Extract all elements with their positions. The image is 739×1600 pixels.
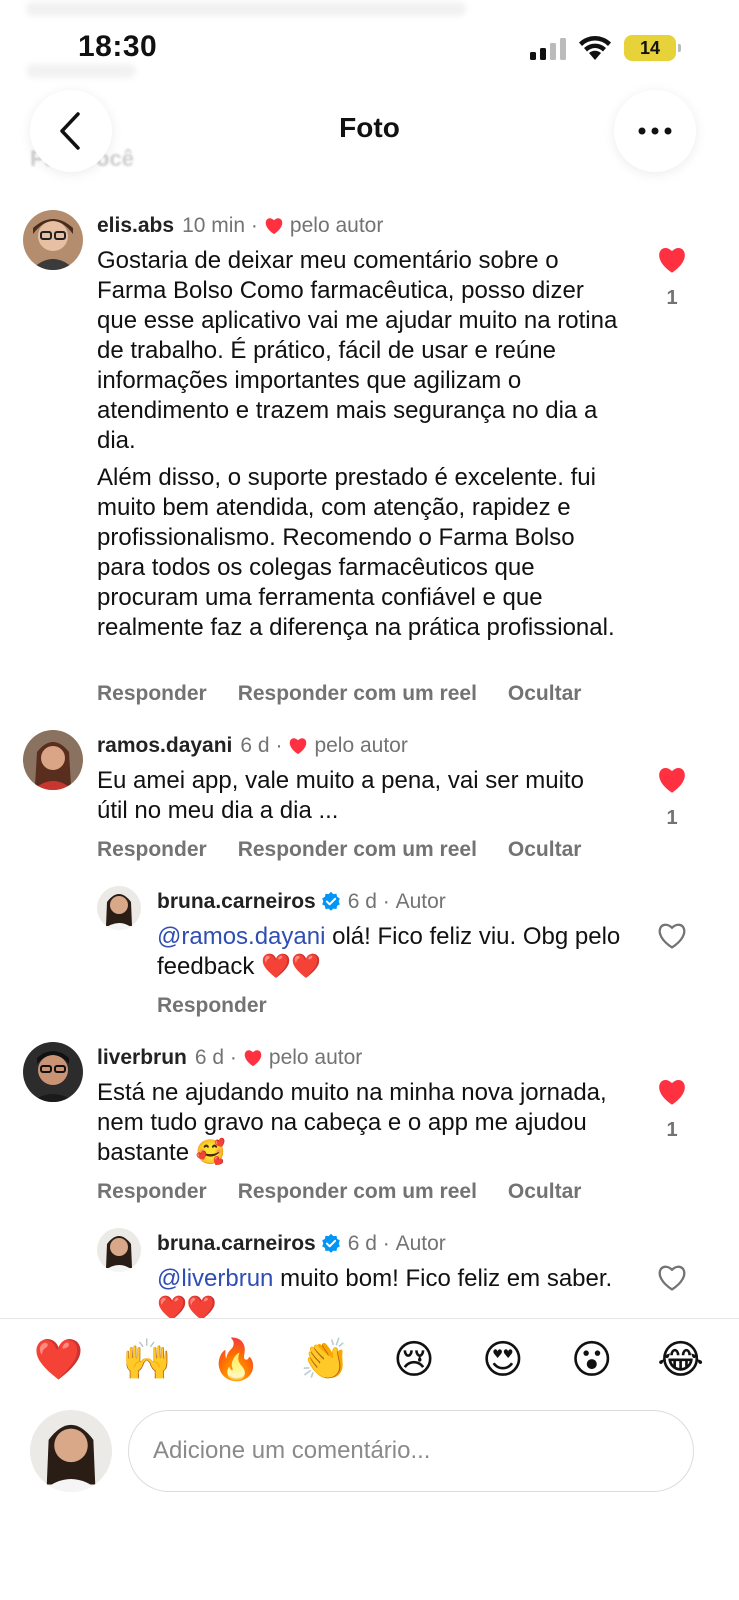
status-bar: 18:30 14 (0, 0, 739, 90)
reply-text: @liverbrun muito bom! Fico feliz em sabe… (157, 1264, 627, 1318)
mention-link[interactable]: @ramos.dayani (157, 923, 325, 950)
comment-username[interactable]: elis.abs (97, 214, 174, 238)
avatar[interactable] (97, 1228, 141, 1272)
comment-meta: ramos.dayani 6 d · pelo autor (97, 734, 408, 758)
liked-by-author: pelo autor (289, 214, 384, 237)
comment-text: Está ne ajudando muito na minha nova jor… (97, 1079, 607, 1166)
heart-icon (290, 738, 307, 755)
emoji-fire-button[interactable]: 🔥 (206, 1340, 266, 1380)
hide-button[interactable]: Ocultar (508, 838, 582, 862)
like-count: 1 (666, 807, 678, 829)
top-bar: Para você Foto (0, 90, 739, 180)
reply-button[interactable]: Responder (97, 682, 207, 706)
hide-button[interactable]: Ocultar (508, 682, 582, 706)
battery-level: 14 (639, 37, 661, 58)
reply-button[interactable]: Responder (97, 838, 207, 862)
comment-time: 6 d (194, 1046, 225, 1069)
comment-text: Eu amei app, vale muito a pena, vai ser … (97, 767, 584, 824)
emoji-clap-button[interactable]: 👏 (295, 1340, 355, 1380)
reply-username[interactable]: bruna.carneiros (157, 1232, 316, 1256)
comment-composer: Adicione um comentário... (0, 1400, 739, 1600)
emoji-surprised-button[interactable]: 😮 (562, 1340, 622, 1380)
heart-filled-icon (659, 767, 685, 793)
like-button[interactable] (655, 922, 689, 955)
comment-meta: elis.abs 10 min · pelo autor (97, 214, 384, 238)
reply-time: 6 d (347, 890, 377, 913)
comment-username[interactable]: ramos.dayani (97, 734, 232, 758)
more-options-button[interactable] (614, 90, 696, 172)
liked-by-author: pelo autor (268, 1046, 363, 1069)
reply-with-reel-button[interactable]: Responder com um reel (238, 838, 477, 862)
verified-badge-icon (321, 891, 340, 911)
emoji-laughing-button[interactable]: 😂 (651, 1340, 711, 1380)
more-icon (638, 127, 672, 135)
reply-meta: bruna.carneiros 6 d · Autor (157, 890, 446, 914)
comment-input[interactable]: Adicione um comentário... (128, 1410, 694, 1492)
heart-outline-icon (658, 923, 686, 949)
avatar[interactable] (23, 1042, 83, 1102)
emoji-heart-button[interactable]: ❤️ (28, 1340, 88, 1380)
reply-button[interactable]: Responder (97, 1180, 207, 1204)
comment-username[interactable]: liverbrun (97, 1046, 187, 1070)
battery-indicator: 14 (624, 35, 681, 61)
comment-actions: Responder Responder com um reel Ocultar (97, 682, 612, 706)
like-button[interactable]: 1 (655, 246, 689, 310)
wifi-icon (579, 36, 611, 60)
current-user-avatar (30, 1410, 112, 1492)
comment-time: 10 min (182, 214, 246, 237)
emoji-crying-button[interactable]: 😢 (384, 1340, 444, 1380)
hide-button[interactable]: Ocultar (508, 1180, 582, 1204)
avatar[interactable] (23, 730, 83, 790)
heart-filled-icon (659, 247, 685, 273)
reply-item: bruna.carneiros 6 d · Autor @liverbrun m… (0, 1226, 739, 1318)
heart-icon (244, 1050, 262, 1067)
avatar[interactable] (23, 210, 83, 270)
comment-time: 6 d (240, 734, 270, 757)
emoji-reaction-bar: ❤️ 🙌 🔥 👏 😢 😍 😮 😂 (0, 1318, 739, 1400)
mention-link[interactable]: @liverbrun (157, 1265, 273, 1292)
like-button[interactable] (655, 1264, 689, 1297)
emoji-raised-hands-button[interactable]: 🙌 (117, 1340, 177, 1380)
comment-text: Gostaria de deixar meu comentário sobre … (97, 246, 627, 643)
reply-with-reel-button[interactable]: Responder com um reel (238, 682, 477, 706)
comment-actions: Responder Responder com um reel Ocultar (97, 1180, 612, 1204)
cellular-signal-icon (530, 38, 566, 60)
heart-outline-icon (658, 1265, 686, 1291)
reply-button[interactable]: Responder (157, 994, 267, 1018)
author-badge: Autor (395, 1232, 446, 1255)
reply-actions: Responder (157, 994, 298, 1018)
like-button[interactable]: 1 (655, 1078, 689, 1142)
author-badge: Autor (395, 890, 446, 913)
status-time: 18:30 (78, 30, 158, 63)
emoji-heart-eyes-button[interactable]: 😍 (473, 1340, 533, 1380)
blurred-background-text (26, 2, 466, 16)
reply-text: @ramos.dayani olá! Fico feliz viu. Obg p… (157, 922, 627, 982)
heart-icon (265, 218, 283, 235)
comment-paragraph: Gostaria de deixar meu comentário sobre … (97, 247, 618, 454)
reply-meta: bruna.carneiros 6 d · Autor (157, 1232, 446, 1256)
blurred-background-text (26, 64, 136, 78)
like-button[interactable]: 1 (655, 766, 689, 830)
comment-meta: liverbrun 6 d · pelo autor (97, 1046, 363, 1070)
avatar[interactable] (97, 886, 141, 930)
like-count: 1 (666, 1119, 678, 1141)
verified-badge-icon (321, 1233, 340, 1253)
reply-with-reel-button[interactable]: Responder com um reel (238, 1180, 477, 1204)
liked-by-author: pelo autor (314, 734, 408, 757)
reply-username[interactable]: bruna.carneiros (157, 890, 316, 914)
comment-actions: Responder Responder com um reel Ocultar (97, 838, 612, 862)
comment-paragraph: Além disso, o suporte prestado é excelen… (97, 464, 615, 641)
heart-filled-icon (659, 1079, 685, 1105)
like-count: 1 (666, 287, 678, 309)
reply-time: 6 d (347, 1232, 377, 1255)
